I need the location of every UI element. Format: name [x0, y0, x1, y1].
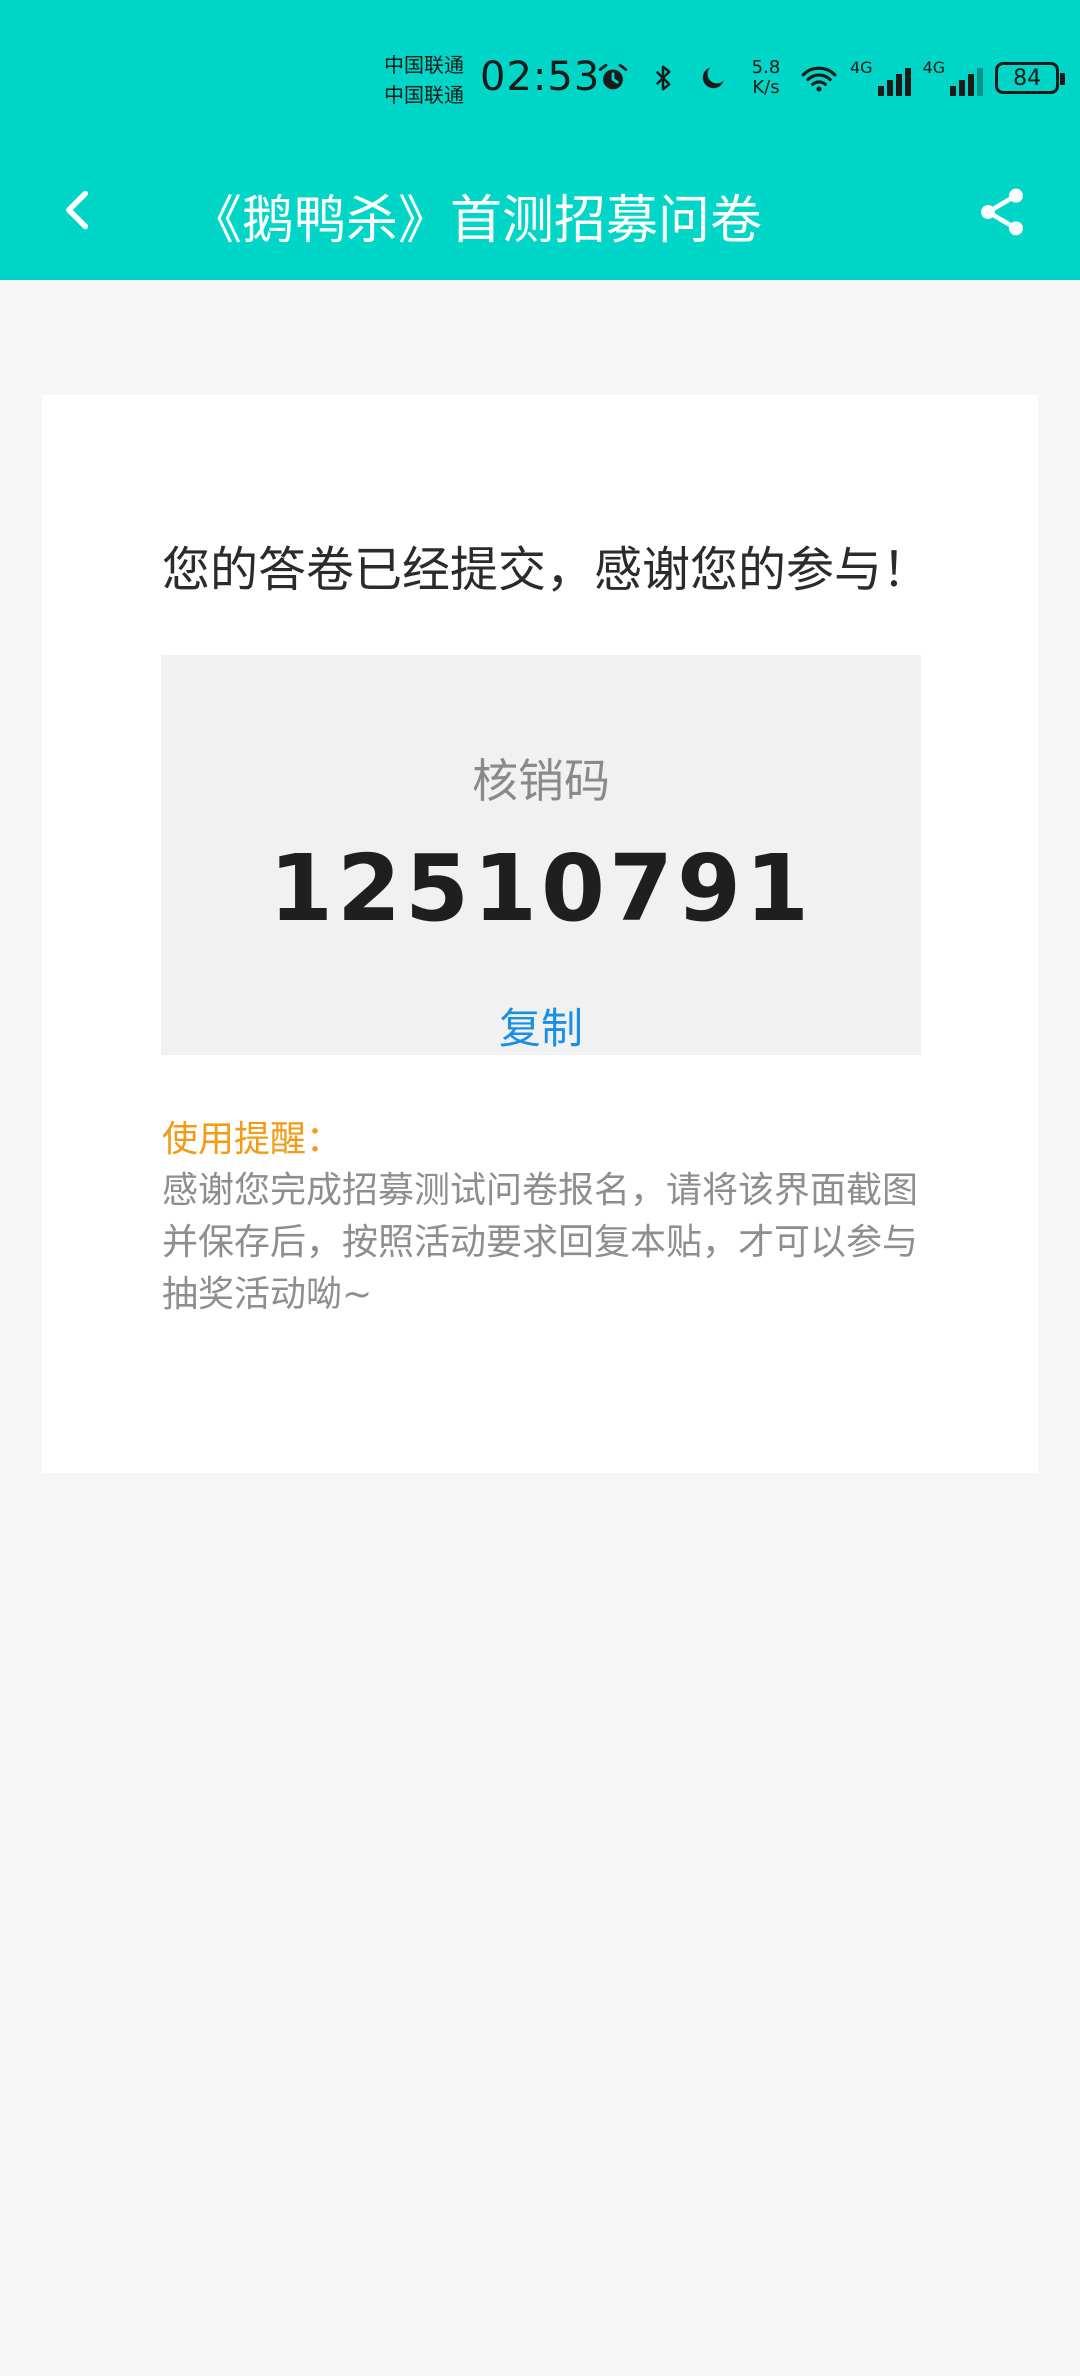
alarm-icon [594, 59, 632, 97]
reminder-body: 感谢您完成招募测试问卷报名，请将该界面截图并保存后，按照活动要求回复本贴，才可以… [162, 1170, 919, 1315]
wifi-icon [800, 59, 838, 97]
submission-headline: 您的答卷已经提交，感谢您的参与！ [162, 542, 931, 598]
network-1-label: 4G [850, 58, 873, 77]
bluetooth-icon [644, 59, 682, 97]
speed-unit: K/s [752, 77, 780, 98]
carrier-info: 中国联通 中国联通 [384, 50, 474, 110]
network-speed: 5.8 K/s [744, 58, 788, 98]
app-bar: 《鹅鸭杀》首测招募问卷 [0, 160, 1080, 264]
page-title: 《鹅鸭杀》首测招募问卷 [190, 191, 763, 251]
back-button[interactable] [48, 180, 108, 240]
chevron-left-icon [66, 190, 89, 230]
carrier-2: 中国联通 [384, 83, 464, 107]
network-2-label: 4G [922, 58, 946, 77]
submission-card: 您的答卷已经提交，感谢您的参与！ 核销码 12510791 复制 使用提醒： 感… [42, 395, 1038, 1473]
verification-code-label: 核销码 [472, 754, 610, 808]
signal-icon: 4G [923, 60, 984, 96]
share-button[interactable] [970, 180, 1034, 244]
carrier-1: 中国联通 [384, 53, 464, 77]
status-icons: 5.8 K/s 4G 4G 84 [594, 54, 1066, 102]
battery-icon: 84 [995, 62, 1066, 94]
status-time: 02:53 [480, 54, 601, 100]
top-bar: 中国联通 中国联通 02:53 5.8 K/s 4G 4G 84 《鹅鸭杀》首测… [0, 0, 1080, 280]
speed-value: 5.8 [751, 57, 781, 78]
reminder-title: 使用提醒： [162, 1119, 343, 1160]
copy-button[interactable]: 复制 [161, 995, 921, 1056]
share-icon [981, 188, 1023, 236]
verification-code-value: 12510791 [268, 835, 814, 942]
signal-icon: 4G [850, 60, 911, 96]
battery-level: 84 [1013, 65, 1042, 91]
verification-code-box: 核销码 12510791 复制 [161, 655, 921, 1055]
status-bar: 中国联通 中国联通 02:53 5.8 K/s 4G 4G 84 [0, 0, 1080, 150]
moon-icon [694, 59, 732, 97]
